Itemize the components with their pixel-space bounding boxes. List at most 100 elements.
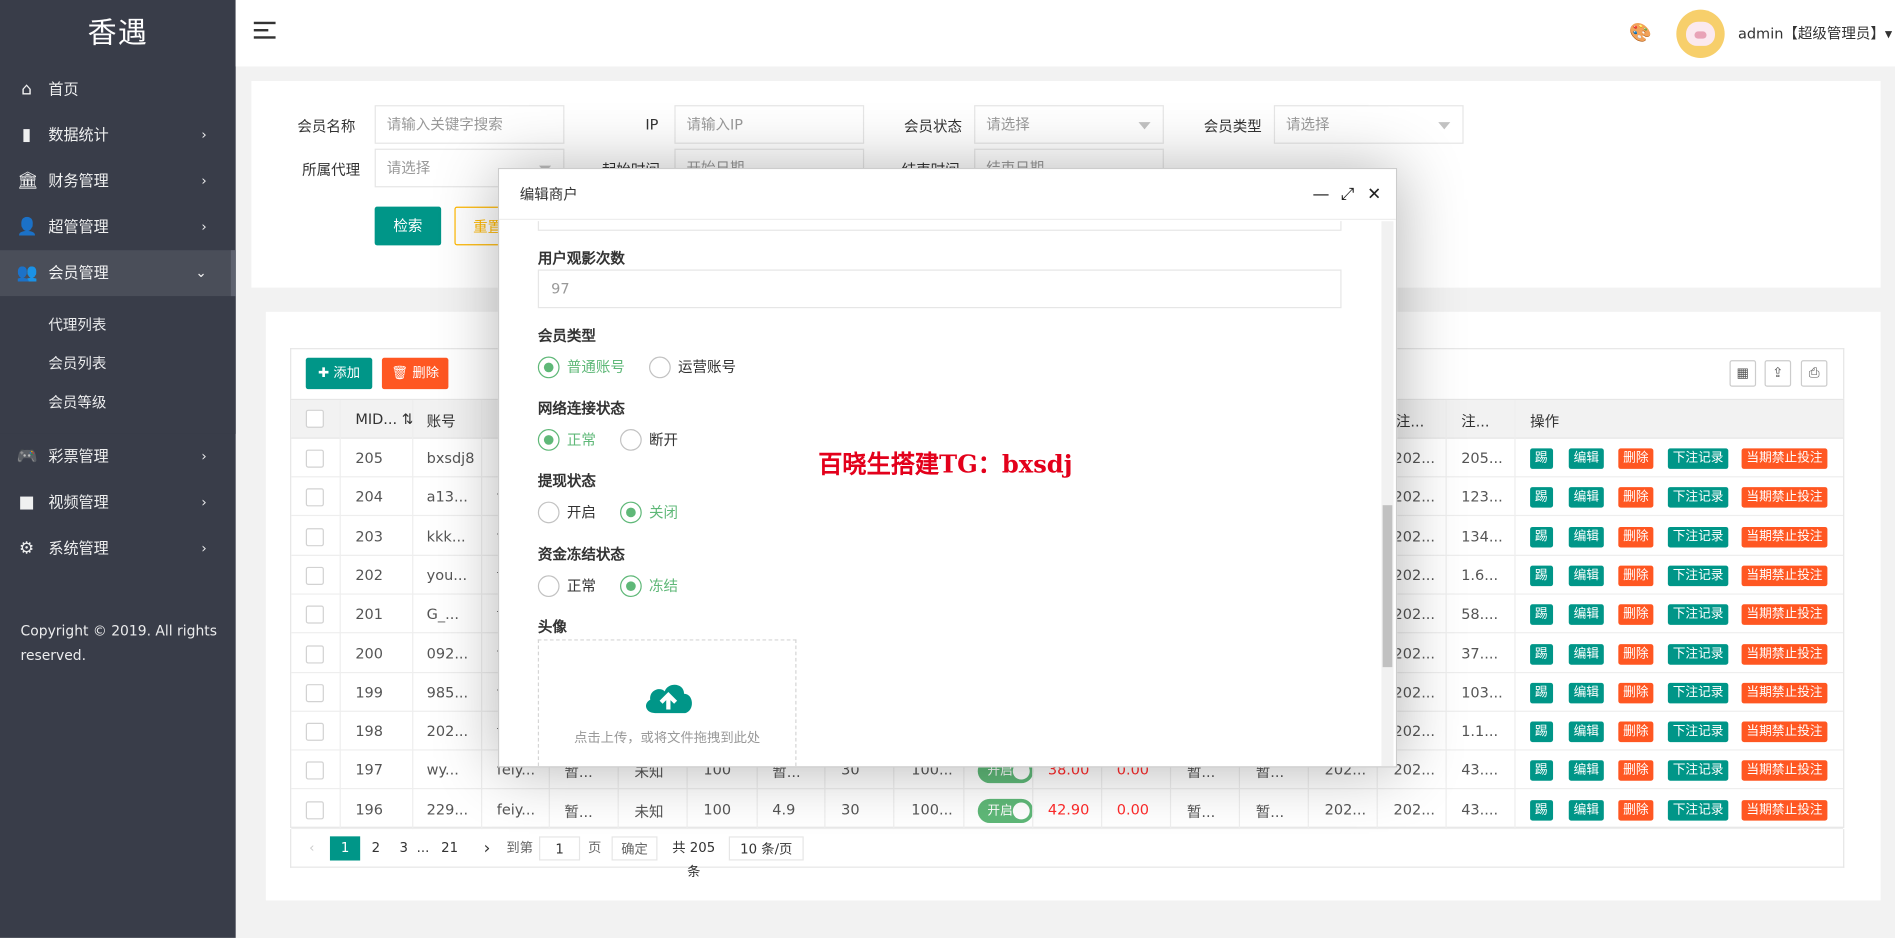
prev-page-icon[interactable]: ‹ xyxy=(301,836,323,860)
row-op1-button[interactable]: 踢 xyxy=(1530,643,1553,665)
row-op5-button[interactable]: 当期禁止投注 xyxy=(1741,760,1828,782)
sidebar-item-4[interactable]: 👥 会员管理 ⌄ xyxy=(0,250,236,297)
row-op3-button[interactable]: 删除 xyxy=(1618,448,1654,469)
row-op1-button[interactable]: 踢 xyxy=(1530,565,1553,587)
radio-normal-account[interactable]: 普通账号 xyxy=(537,356,625,379)
minimize-icon[interactable]: — xyxy=(1311,185,1330,204)
sidebar-item-5[interactable]: 🎮 彩票管理 › xyxy=(0,434,236,480)
delete-button[interactable]: 🗑 删除 xyxy=(381,357,449,390)
row-checkbox[interactable] xyxy=(305,761,324,781)
row-op1-button[interactable]: 踢 xyxy=(1530,487,1553,508)
row-op5-button[interactable]: 当期禁止投注 xyxy=(1741,604,1828,626)
row-checkbox[interactable] xyxy=(305,722,324,741)
row-op4-button[interactable]: 下注记录 xyxy=(1667,721,1729,743)
print-icon[interactable]: ⎙ xyxy=(1800,360,1828,387)
radio-freeze-normal[interactable]: 正常 xyxy=(537,575,596,598)
row-op4-button[interactable]: 下注记录 xyxy=(1667,526,1729,548)
avatar-upload-area[interactable]: 点击上传，或将文件拖拽到此处 xyxy=(537,639,797,767)
header-mid[interactable]: MID... ⇅ xyxy=(355,411,414,428)
row-op3-button[interactable]: 删除 xyxy=(1618,799,1654,821)
sidebar-item-7[interactable]: ⚙ 系统管理 › xyxy=(0,526,236,572)
row-op1-button[interactable]: 踢 xyxy=(1530,526,1553,548)
member-type-select[interactable]: 请选择 xyxy=(1273,105,1464,144)
user-menu[interactable]: admin【超级管理员】▾ xyxy=(1738,23,1892,44)
row-op3-button[interactable]: 删除 xyxy=(1618,526,1654,548)
dialog-scroll-thumb[interactable] xyxy=(1382,505,1393,668)
radio-ops-account[interactable]: 运营账号 xyxy=(649,356,736,379)
row-op4-button[interactable]: 下注记录 xyxy=(1667,448,1729,469)
submenu-item-1[interactable]: 会员列表 xyxy=(0,344,236,383)
row-op5-button[interactable]: 当期禁止投注 xyxy=(1741,448,1828,469)
row-checkbox[interactable] xyxy=(305,605,324,624)
row-op3-button[interactable]: 删除 xyxy=(1618,565,1654,587)
member-status-select[interactable]: 请选择 xyxy=(974,105,1164,144)
row-op1-button[interactable]: 踢 xyxy=(1530,682,1553,704)
row-op2-button[interactable]: 编辑 xyxy=(1568,526,1604,548)
row-op4-button[interactable]: 下注记录 xyxy=(1667,604,1729,626)
row-op4-button[interactable]: 下注记录 xyxy=(1667,565,1729,587)
row-checkbox[interactable] xyxy=(305,488,324,507)
row-op1-button[interactable]: 踢 xyxy=(1530,721,1553,743)
columns-filter-icon[interactable]: ▦ xyxy=(1729,360,1757,387)
radio-freeze-frozen[interactable]: 冻结 xyxy=(620,575,678,598)
row-op4-button[interactable]: 下注记录 xyxy=(1667,487,1729,508)
select-all-checkbox[interactable] xyxy=(305,409,324,428)
add-button[interactable]: ✚ 添加 xyxy=(305,357,373,390)
avatar[interactable] xyxy=(1676,9,1725,59)
member-name-input[interactable]: 请输入关键字搜索 xyxy=(374,105,565,144)
close-icon[interactable]: ✕ xyxy=(1365,185,1384,204)
radio-withdraw-on[interactable]: 开启 xyxy=(537,501,596,524)
radio-withdraw-off[interactable]: 关闭 xyxy=(620,501,678,524)
palette-icon[interactable]: 🎨 xyxy=(1629,22,1652,44)
row-op2-button[interactable]: 编辑 xyxy=(1568,604,1604,626)
watch-count-input[interactable]: 97 xyxy=(537,269,1342,309)
row-op3-button[interactable]: 删除 xyxy=(1618,643,1654,665)
row-op3-button[interactable]: 删除 xyxy=(1618,487,1654,508)
next-page-icon[interactable]: › xyxy=(476,836,498,860)
dialog-scrollbar[interactable] xyxy=(1381,221,1394,767)
radio-network-normal[interactable]: 正常 xyxy=(537,429,596,451)
row-checkbox[interactable] xyxy=(305,566,324,585)
ip-input[interactable]: 请输入IP xyxy=(674,105,865,144)
sidebar-item-6[interactable]: ■ 视频管理 › xyxy=(0,480,236,526)
row-op4-button[interactable]: 下注记录 xyxy=(1667,799,1729,821)
row-op5-button[interactable]: 当期禁止投注 xyxy=(1741,526,1828,548)
page-1[interactable]: 1 xyxy=(329,836,361,861)
row-op1-button[interactable]: 踢 xyxy=(1530,604,1553,626)
row-op1-button[interactable]: 踢 xyxy=(1530,799,1553,821)
row-op1-button[interactable]: 踢 xyxy=(1530,448,1553,469)
row-op4-button[interactable]: 下注记录 xyxy=(1667,682,1729,704)
goto-confirm-button[interactable]: 确定 xyxy=(611,836,658,861)
maximize-icon[interactable]: ⤢ xyxy=(1338,185,1357,204)
row-op3-button[interactable]: 删除 xyxy=(1618,604,1654,626)
row-op5-button[interactable]: 当期禁止投注 xyxy=(1741,682,1828,704)
status-switch[interactable]: 开启 xyxy=(977,798,1034,823)
sidebar-item-0[interactable]: ⌂ 首页 xyxy=(0,66,236,112)
row-op5-button[interactable]: 当期禁止投注 xyxy=(1741,565,1828,587)
page-size-select[interactable]: 10 条/页 xyxy=(728,836,804,861)
sidebar-item-1[interactable]: ▮ 数据统计 › xyxy=(0,112,236,158)
row-op2-button[interactable]: 编辑 xyxy=(1568,721,1604,743)
sidebar-item-2[interactable]: 🏛 财务管理 › xyxy=(0,158,236,204)
row-op5-button[interactable]: 当期禁止投注 xyxy=(1741,721,1828,743)
row-op5-button[interactable]: 当期禁止投注 xyxy=(1741,487,1828,508)
submenu-item-0[interactable]: 代理列表 xyxy=(0,306,236,345)
export-icon[interactable]: ⇪ xyxy=(1764,360,1792,387)
submenu-item-2[interactable]: 会员等级 xyxy=(0,383,236,422)
sidebar-item-3[interactable]: 👤 超管管理 › xyxy=(0,204,236,250)
row-checkbox[interactable] xyxy=(305,644,324,663)
row-op5-button[interactable]: 当期禁止投注 xyxy=(1741,643,1828,665)
row-checkbox[interactable] xyxy=(305,800,324,820)
page-3[interactable]: 3 xyxy=(394,836,413,860)
prev-field-input[interactable] xyxy=(537,221,1342,231)
row-checkbox[interactable] xyxy=(305,527,324,546)
row-checkbox[interactable] xyxy=(305,449,324,468)
row-checkbox[interactable] xyxy=(305,683,324,702)
radio-network-off[interactable]: 断开 xyxy=(620,429,678,451)
row-op2-button[interactable]: 编辑 xyxy=(1568,487,1604,508)
row-op4-button[interactable]: 下注记录 xyxy=(1667,643,1729,665)
row-op4-button[interactable]: 下注记录 xyxy=(1667,760,1729,782)
page-21[interactable]: 21 xyxy=(436,836,463,860)
menu-toggle-icon[interactable] xyxy=(253,21,276,41)
row-op2-button[interactable]: 编辑 xyxy=(1568,448,1604,469)
